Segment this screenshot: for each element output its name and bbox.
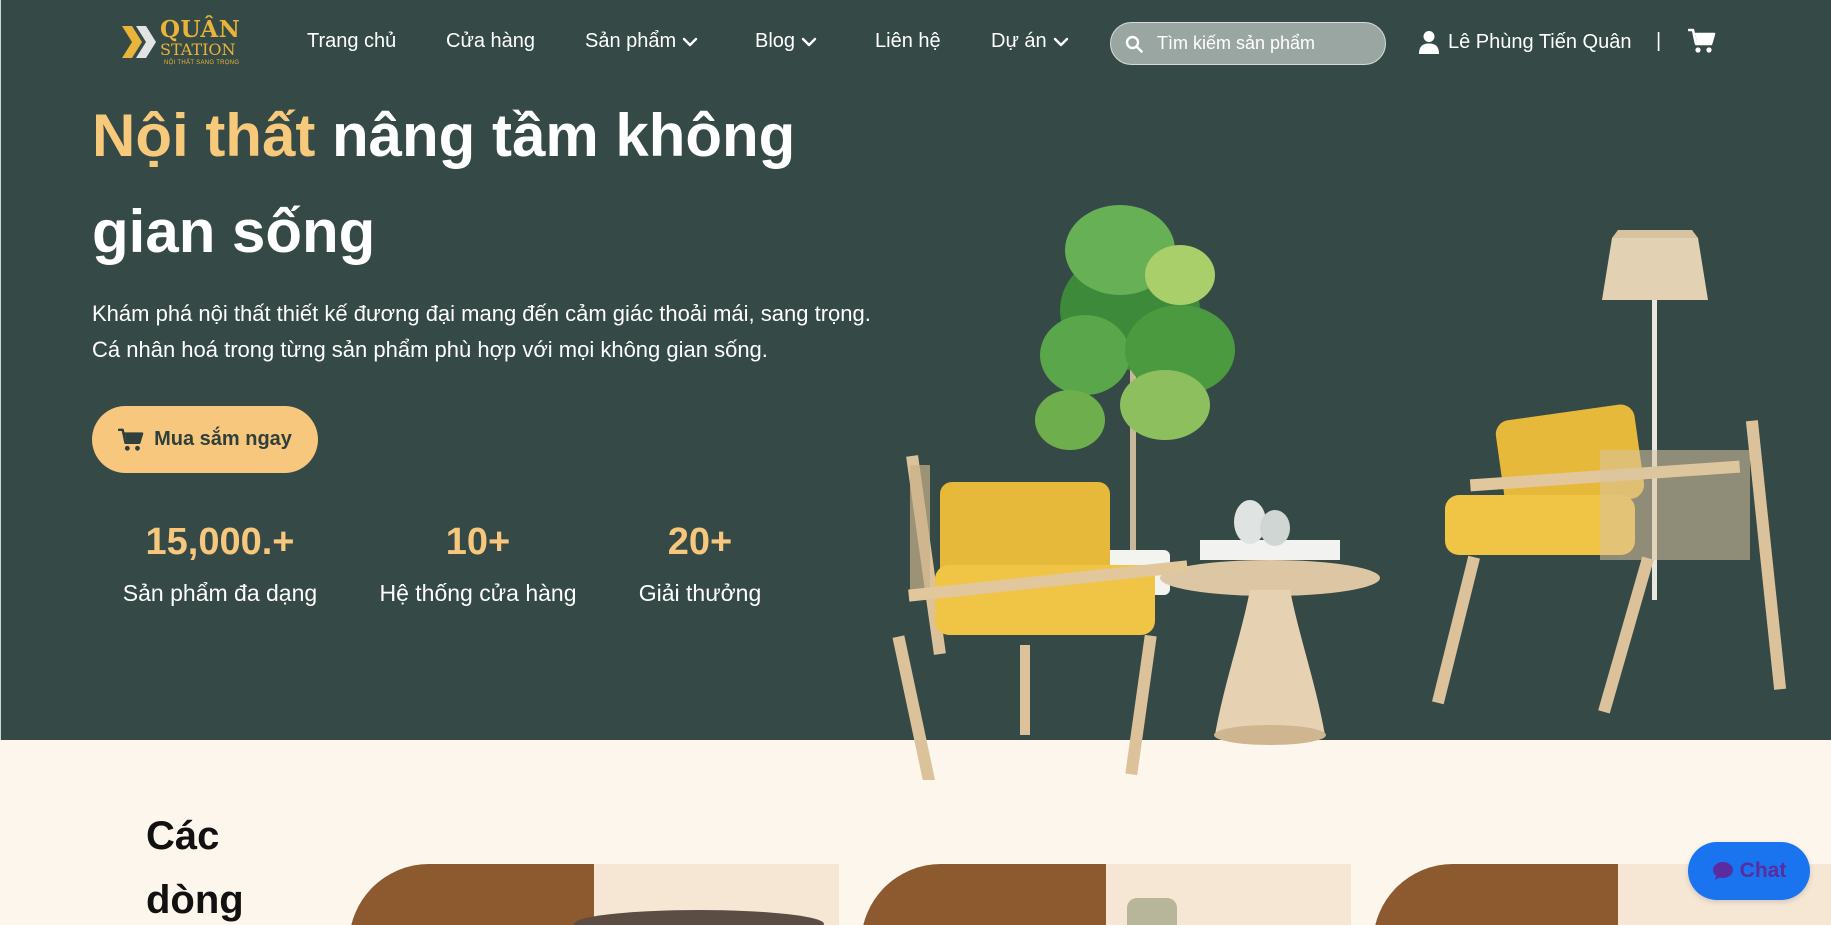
armchair-left-illustration [892, 455, 1188, 780]
logo-text-line2: STATION [160, 40, 236, 59]
round-table-thumbnail [574, 910, 824, 925]
logo-mark-icon [122, 26, 156, 58]
hero-headline-accent: Nội thất [92, 102, 316, 169]
stat-products: 15,000.+ Sản phẩm đa dạng [118, 516, 322, 607]
category-card[interactable] [349, 864, 839, 925]
user-icon [1419, 31, 1439, 54]
category-card-image-bg [349, 864, 594, 925]
stat-value: 10+ [445, 521, 511, 563]
chevron-down-icon [682, 37, 698, 46]
nav-separator: | [1656, 30, 1662, 52]
stat-label: Hệ thống cửa hàng [379, 580, 577, 606]
chat-label: Chat [1739, 859, 1787, 882]
stat-value: 15,000.+ [145, 521, 295, 563]
search-input[interactable] [1157, 33, 1357, 54]
stat-label: Sản phẩm đa dạng [122, 580, 318, 606]
hero-description: Khám phá nội thất thiết kế đương đại man… [92, 296, 932, 368]
shop-now-button[interactable]: Mua sắm ngay [92, 406, 318, 473]
section-title: Các dòng [146, 814, 244, 922]
nav-item-products[interactable]: Sản phẩm [585, 30, 698, 53]
nav-item-store[interactable]: Cửa hàng [446, 30, 535, 53]
category-card[interactable] [861, 864, 1351, 925]
chat-button[interactable]: Chat [1688, 842, 1810, 900]
stat-value: 20+ [667, 521, 733, 563]
hero-description-line1: Khám phá nội thất thiết kế đương đại man… [92, 301, 871, 326]
stat-label: Giải thưởng [638, 580, 762, 606]
nav-item-label: Liên hệ [875, 30, 941, 52]
hero-description-line2: Cá nhân hoá trong từng sản phẩm phù hợp … [92, 337, 768, 362]
chevron-down-icon [801, 37, 817, 46]
chat-bubble-icon [1712, 862, 1733, 880]
user-account[interactable]: Lê Phùng Tiến Quân [1418, 30, 1631, 54]
search-icon [1125, 35, 1143, 53]
stat-stores: 10+ Hệ thống cửa hàng [374, 516, 582, 607]
nav-item-projects[interactable]: Dự án [991, 30, 1069, 53]
side-table-illustration [1160, 500, 1380, 745]
nav-item-label: Sản phẩm [585, 30, 677, 52]
top-navbar: QUÂN STATION NỘI THẤT SANG TRỌNG Trang c… [0, 0, 1831, 88]
nav-item-label: Dự án [991, 30, 1047, 52]
nav-item-contact[interactable]: Liên hệ [875, 30, 941, 53]
nav-item-label: Trang chủ [307, 30, 397, 52]
cart-icon [118, 428, 144, 451]
shop-now-label: Mua sắm ngay [154, 428, 292, 450]
cart-icon[interactable] [1688, 28, 1716, 54]
logo-text-line1: QUÂN [160, 16, 241, 43]
logo-tagline: NỘI THẤT SANG TRỌNG [164, 60, 240, 66]
brand-logo[interactable]: QUÂN STATION NỘI THẤT SANG TRỌNG [122, 16, 240, 72]
hero-headline: Nội thất nâng tầm không gian sống [92, 88, 852, 280]
stat-awards: 20+ Giải thưởng [630, 516, 770, 607]
nav-item-label: Blog [755, 30, 796, 52]
hero-furniture-illustration [892, 205, 1787, 780]
nav-item-home[interactable]: Trang chủ [307, 30, 396, 53]
category-card-image-bg [1373, 864, 1618, 925]
user-name: Lê Phùng Tiến Quân [1448, 30, 1632, 53]
chair-thumbnail [1127, 898, 1177, 925]
armchair-right-illustration [1432, 404, 1787, 714]
nav-item-label: Cửa hàng [446, 30, 536, 52]
nav-item-blog[interactable]: Blog [755, 30, 817, 53]
chevron-down-icon [1053, 37, 1068, 46]
search-bar[interactable] [1110, 22, 1386, 65]
category-card-image-bg [861, 864, 1106, 925]
